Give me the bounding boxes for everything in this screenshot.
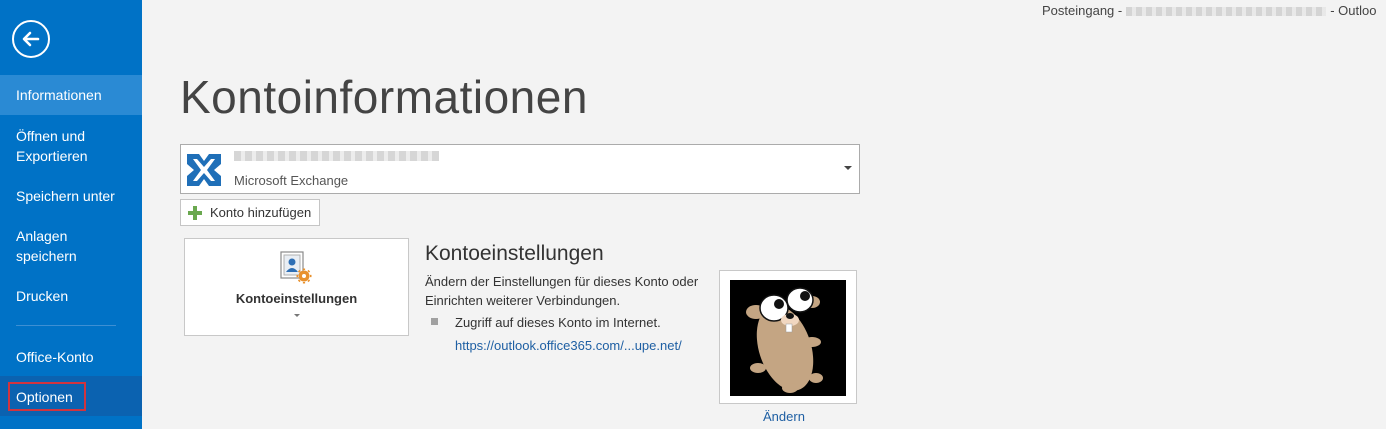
nav-item-label: Öffnen und Exportieren xyxy=(16,128,88,164)
nav-item-speichern-unter[interactable]: Speichern unter xyxy=(0,186,142,206)
arrow-left-icon xyxy=(22,31,40,47)
nav-item-label: Anlagen speichern xyxy=(16,228,77,264)
caret-down-icon xyxy=(294,314,300,317)
chevron-down-icon xyxy=(844,166,852,170)
owa-link[interactable]: https://outlook.office365.com/...upe.net… xyxy=(455,338,682,353)
nav-item-informationen[interactable]: Informationen xyxy=(0,75,142,115)
nav-item-label: Office-Konto xyxy=(16,349,94,365)
add-account-button[interactable]: Konto hinzufügen xyxy=(180,199,321,226)
account-selector[interactable]: Microsoft Exchange xyxy=(180,144,860,194)
nav-item-oeffnen-exportieren[interactable]: Öffnen und Exportieren xyxy=(0,126,120,166)
gopher-avatar-icon xyxy=(746,287,823,393)
window-title: Posteingang - - Outloo xyxy=(1042,3,1376,18)
web-access-text: Zugriff auf dieses Konto im Internet. xyxy=(455,315,661,330)
highlight-box xyxy=(8,382,86,411)
nav-item-label: Drucken xyxy=(16,288,69,304)
back-button[interactable] xyxy=(12,20,50,58)
redacted-email xyxy=(234,151,439,161)
account-type: Microsoft Exchange xyxy=(234,173,349,188)
nav-item-anlagen-speichern[interactable]: Anlagen speichern xyxy=(0,226,110,266)
window-title-folder: Posteingang - xyxy=(1042,3,1123,18)
backstage-sidebar: Informationen Öffnen und Exportieren Spe… xyxy=(0,0,142,429)
page-title: Kontoinformationen xyxy=(180,71,588,123)
exchange-icon xyxy=(187,154,221,186)
nav-divider xyxy=(16,325,116,326)
change-picture-link[interactable]: Ändern xyxy=(763,409,805,424)
section-title: Kontoeinstellungen xyxy=(425,242,604,265)
nav-item-label: Speichern unter xyxy=(16,188,115,204)
profile-picture-frame xyxy=(719,270,857,404)
nav-item-label: Informationen xyxy=(16,87,102,103)
profile-picture xyxy=(730,280,846,396)
redacted-account xyxy=(1126,7,1327,17)
account-settings-button[interactable]: Kontoeinstellungen xyxy=(184,238,409,336)
plus-icon xyxy=(188,205,202,220)
section-description: Ändern der Einstellungen für dieses Kont… xyxy=(425,274,699,308)
window-title-app: - Outloo xyxy=(1330,3,1377,18)
nav-item-drucken[interactable]: Drucken xyxy=(0,286,142,306)
account-settings-icon xyxy=(280,251,312,284)
add-account-label: Konto hinzufügen xyxy=(210,205,312,220)
account-settings-label: Kontoeinstellungen xyxy=(235,291,358,306)
bullet-icon xyxy=(431,318,438,325)
nav-item-office-konto[interactable]: Office-Konto xyxy=(0,347,142,367)
